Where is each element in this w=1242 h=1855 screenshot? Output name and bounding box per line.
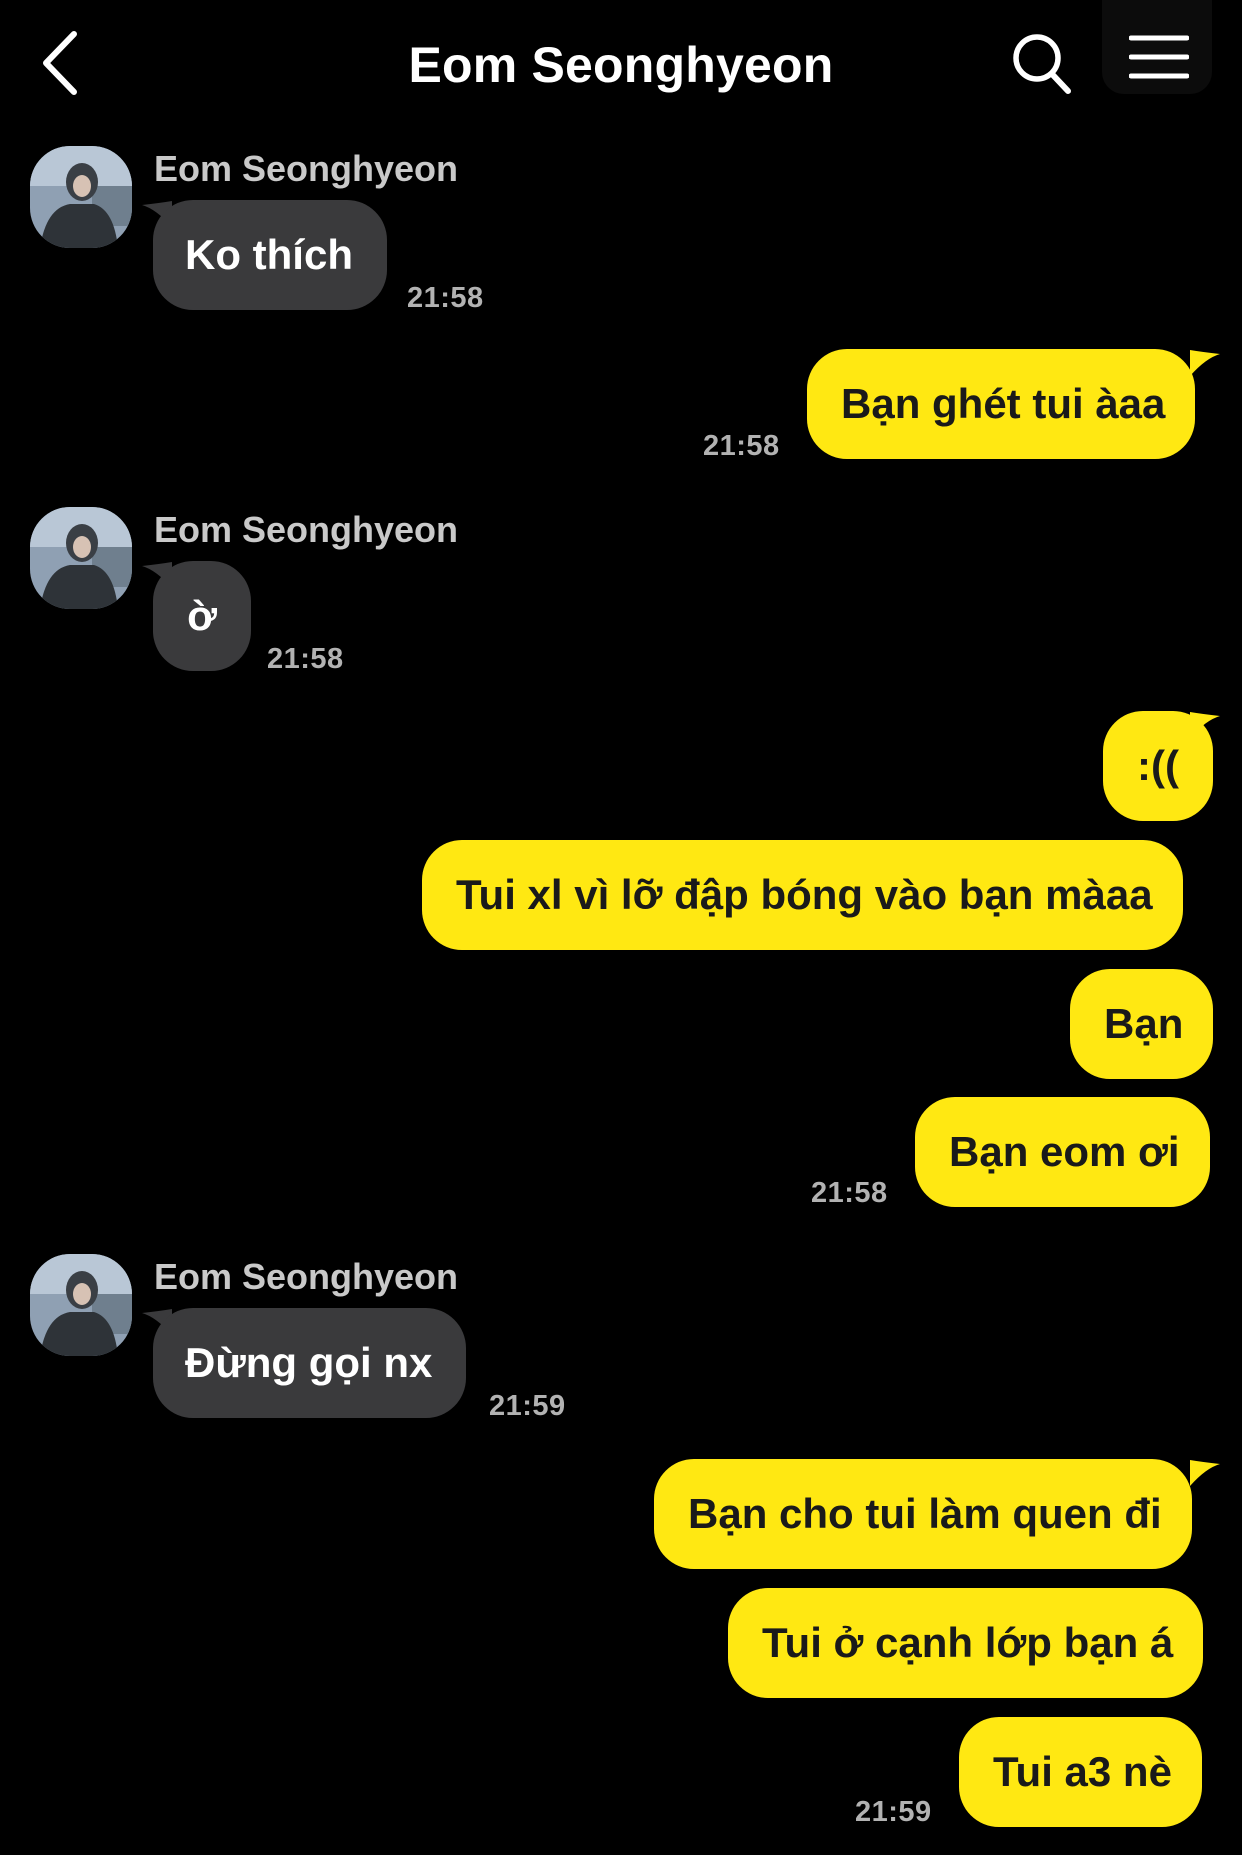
message-bubble-incoming[interactable]: Ko thích xyxy=(153,200,387,310)
avatar[interactable] xyxy=(30,1254,132,1356)
message-bubble-outgoing[interactable]: Bạn xyxy=(1070,969,1214,1079)
search-button[interactable] xyxy=(1010,30,1074,98)
search-icon xyxy=(1013,34,1071,94)
message-bubble-outgoing[interactable]: Bạn eom ơi xyxy=(915,1097,1210,1207)
message-bubble-outgoing[interactable]: Tui a3 nè xyxy=(959,1717,1202,1827)
message-bubble-outgoing[interactable]: Bạn ghét tui àaa xyxy=(807,349,1196,459)
message-text: Đừng gọi nx xyxy=(185,1339,433,1386)
message-timestamp: 21:58 xyxy=(407,282,484,314)
message-text: Ko thích xyxy=(185,231,353,278)
bubble-tail xyxy=(1190,350,1220,376)
message-text: Tui ở cạnh lớp bạn á xyxy=(762,1619,1174,1666)
message-timestamp: 21:59 xyxy=(489,1390,566,1422)
message-text: :(( xyxy=(1137,742,1179,789)
message-text: ờ xyxy=(187,592,217,639)
message-timestamp: 21:59 xyxy=(855,1796,932,1828)
message-timestamp: 21:58 xyxy=(703,430,780,462)
message-text: Bạn ghét tui àaa xyxy=(841,380,1166,427)
message-text: Bạn cho tui làm quen đi xyxy=(688,1490,1162,1537)
menu-button[interactable] xyxy=(1102,0,1212,94)
avatar[interactable] xyxy=(30,507,132,609)
message-bubble-outgoing[interactable]: Bạn cho tui làm quen đi xyxy=(654,1459,1192,1569)
message-bubble-outgoing[interactable]: Tui xl vì lỡ đập bóng vào bạn màaa xyxy=(422,840,1183,950)
avatar[interactable] xyxy=(30,146,132,248)
message-text: Tui a3 nè xyxy=(993,1748,1172,1795)
chat-title: Eom Seonghyeon xyxy=(408,37,834,93)
message-text: Tui xl vì lỡ đập bóng vào bạn màaa xyxy=(456,871,1153,918)
chat-header: Eom Seonghyeon xyxy=(0,0,1242,130)
message-bubble-incoming[interactable]: Đừng gọi nx xyxy=(153,1308,467,1418)
message-timestamp: 21:58 xyxy=(811,1177,888,1209)
sender-name: Eom Seonghyeon xyxy=(154,148,459,189)
message-timestamp: 21:58 xyxy=(267,643,344,675)
message-bubble-incoming[interactable]: ờ xyxy=(153,561,251,671)
back-button[interactable] xyxy=(36,28,96,98)
sender-name: Eom Seonghyeon xyxy=(154,1256,459,1297)
bubble-tail xyxy=(1190,1460,1220,1486)
bubble-tail xyxy=(1190,712,1220,738)
message-bubble-outgoing[interactable]: Tui ở cạnh lớp bạn á xyxy=(728,1588,1204,1698)
hamburger-menu-icon xyxy=(1129,35,1189,79)
chevron-left-icon xyxy=(43,31,77,95)
message-text: Bạn eom ơi xyxy=(949,1128,1180,1175)
message-text: Bạn xyxy=(1104,1000,1184,1047)
sender-name: Eom Seonghyeon xyxy=(154,509,459,550)
